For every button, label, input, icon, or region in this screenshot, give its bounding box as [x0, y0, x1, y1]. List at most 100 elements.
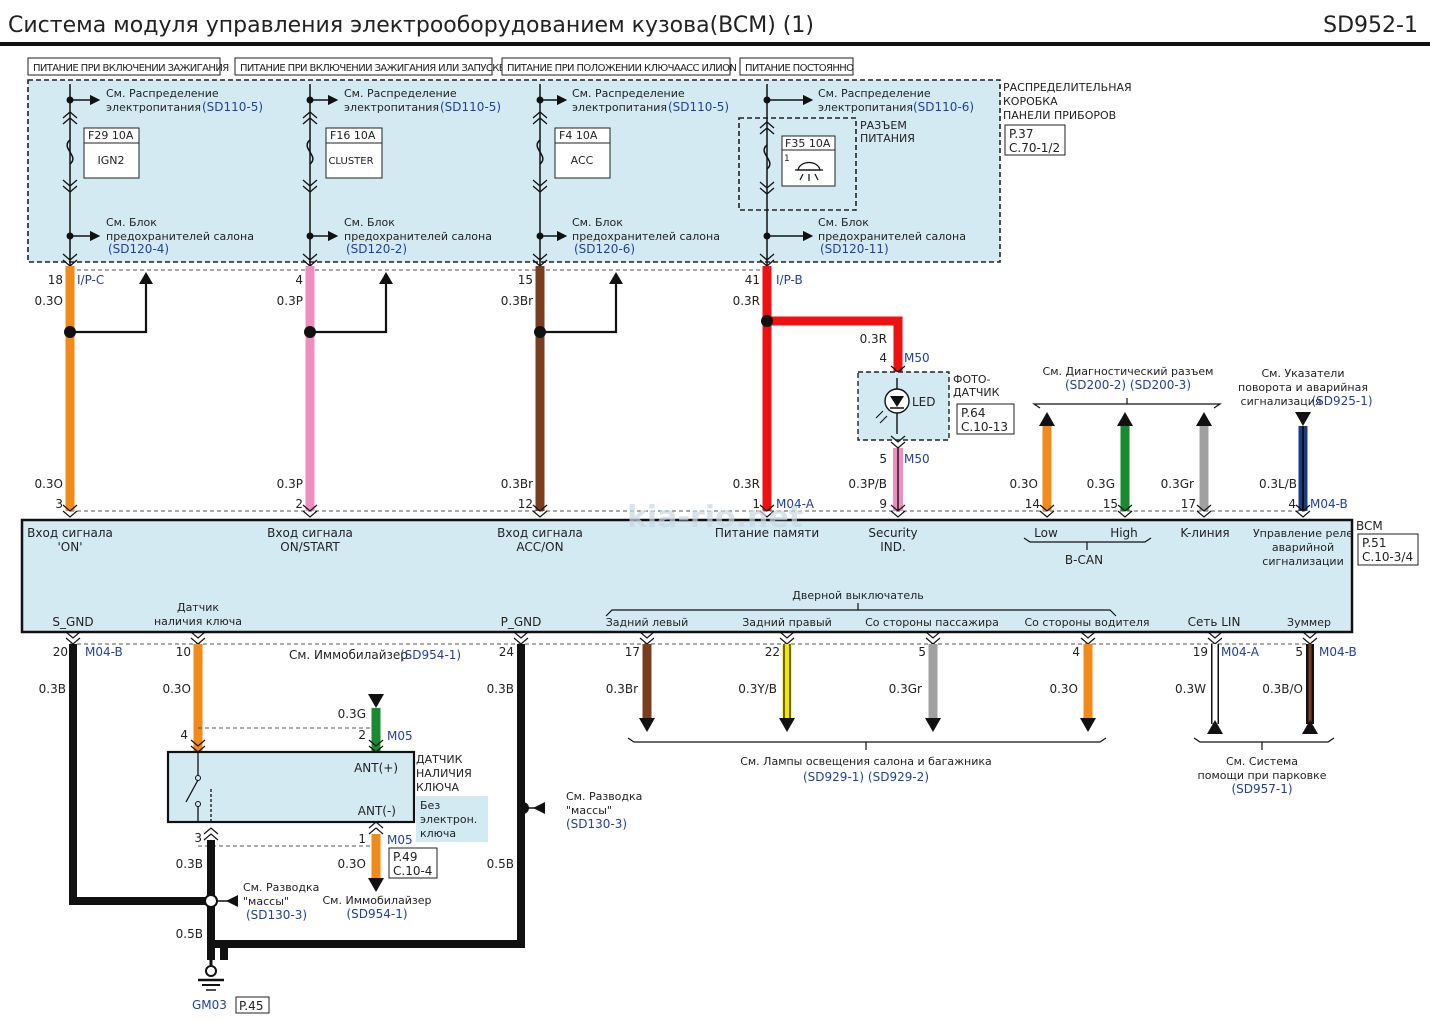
svg-text:Со стороны водителя: Со стороны водителя — [1025, 616, 1150, 629]
svg-text:1: 1 — [784, 154, 790, 164]
svg-text:M05: M05 — [387, 729, 413, 743]
svg-text:F29 10A: F29 10A — [88, 129, 134, 142]
svg-text:0.3B: 0.3B — [176, 857, 203, 871]
svg-text:(SD925-1): (SD925-1) — [1311, 394, 1372, 408]
svg-text:См. Блок: См. Блок — [106, 216, 157, 229]
svg-text:24: 24 — [499, 645, 514, 659]
svg-text:I/P-B: I/P-B — [776, 273, 803, 287]
svg-text:0.3B: 0.3B — [487, 682, 514, 696]
svg-text:РАСПРЕДЕЛИТЕЛЬНАЯ: РАСПРЕДЕЛИТЕЛЬНАЯ — [1003, 81, 1132, 94]
svg-text:M04-A: M04-A — [1221, 645, 1260, 659]
wire-can-high: 0.3G 15 — [1087, 412, 1133, 518]
ground-ref-2: См. Разводка "массы" (SD130-3) — [566, 790, 642, 831]
svg-text:(SD120-4): (SD120-4) — [108, 242, 169, 256]
svg-text:0.3L/B: 0.3L/B — [1259, 477, 1297, 491]
svg-text:P.37: P.37 — [1009, 127, 1033, 141]
svg-text:4: 4 — [879, 351, 887, 365]
supply-header-4: ПИТАНИЕ ПОСТОЯННО — [739, 57, 855, 76]
svg-text:ДАТЧИК: ДАТЧИК — [953, 386, 1000, 399]
svg-text:C.10-4: C.10-4 — [393, 864, 432, 878]
wire-door-passenger: 5 0.3Gr — [889, 631, 941, 732]
svg-text:9: 9 — [879, 497, 887, 511]
svg-text:Со стороны пассажира: Со стороны пассажира — [865, 616, 999, 629]
wire-k-line: 0.3Gr 17 — [1161, 412, 1212, 518]
svg-text:ACC: ACC — [571, 154, 594, 167]
svg-text:Сеть LIN: Сеть LIN — [1188, 615, 1241, 629]
svg-text:Задний правый: Задний правый — [742, 616, 832, 629]
svg-text:C.10-3/4: C.10-3/4 — [1362, 550, 1413, 564]
svg-text:4: 4 — [1288, 497, 1296, 511]
top-wire-labels: 18 I/P-C 0.3O 0.3O 3 4 0.3P 0.3P 2 15 0.… — [34, 273, 814, 511]
svg-text:0.5B: 0.5B — [487, 857, 514, 871]
svg-text:M50: M50 — [904, 351, 930, 365]
svg-text:F35 10A: F35 10A — [785, 137, 831, 150]
svg-text:P.64: P.64 — [961, 406, 985, 420]
svg-text:12: 12 — [518, 497, 533, 511]
svg-text:P.45: P.45 — [239, 999, 263, 1013]
svg-text:M04-B: M04-B — [1319, 645, 1357, 659]
svg-text:(SD110-5): (SD110-5) — [440, 100, 501, 114]
svg-text:См. Распределение: См. Распределение — [818, 87, 931, 100]
svg-text:См. Распределение: См. Распределение — [106, 87, 219, 100]
svg-text:ФОТО-: ФОТО- — [953, 373, 991, 386]
svg-text:сигнализации: сигнализации — [1262, 555, 1343, 568]
svg-text:I/P-C: I/P-C — [77, 273, 104, 287]
wire-door-driver: 4 0.3O — [1049, 631, 1096, 732]
svg-text:поворота и аварийная: поворота и аварийная — [1238, 381, 1368, 394]
svg-text:0.3Br: 0.3Br — [501, 477, 533, 491]
svg-text:Управление реле: Управление реле — [1253, 527, 1353, 540]
wire-acc-on — [532, 266, 623, 518]
svg-text:"массы": "массы" — [566, 804, 612, 817]
svg-text:(SD110-5): (SD110-5) — [668, 100, 729, 114]
svg-text:0.3O: 0.3O — [162, 682, 191, 696]
svg-text:0.3G: 0.3G — [1087, 477, 1115, 491]
svg-text:(SD110-6): (SD110-6) — [913, 100, 974, 114]
photo-sensor: 0.3R 4 M50 LED ФОТО- ДАТЧИК P.64 C.10-13… — [848, 332, 1015, 518]
svg-text:5: 5 — [879, 452, 887, 466]
svg-text:КОРОБКА: КОРОБКА — [1003, 95, 1058, 108]
svg-text:0.3Gr: 0.3Gr — [889, 682, 922, 696]
svg-text:0.3Gr: 0.3Gr — [1161, 477, 1194, 491]
svg-text:3: 3 — [194, 831, 202, 845]
ground-ref-1: См. Разводка "массы" (SD130-3) — [243, 881, 319, 922]
svg-text:ANT(-): ANT(-) — [358, 804, 396, 818]
svg-text:4: 4 — [295, 273, 303, 287]
title-rule — [0, 42, 1430, 46]
svg-text:КЛЮЧА: КЛЮЧА — [416, 781, 459, 794]
svg-text:0.3Br: 0.3Br — [501, 294, 533, 308]
svg-text:См. Разводка: См. Разводка — [243, 881, 319, 894]
svg-text:ON/START: ON/START — [280, 540, 340, 554]
svg-text:0.3P: 0.3P — [277, 294, 303, 308]
svg-text:0.3W: 0.3W — [1175, 682, 1206, 696]
svg-text:5: 5 — [1295, 645, 1303, 659]
svg-text:5: 5 — [918, 645, 926, 659]
svg-text:См. Иммобилайзер: См. Иммобилайзер — [289, 648, 408, 662]
svg-text:Без: Без — [420, 799, 440, 812]
svg-text:НАЛИЧИЯ: НАЛИЧИЯ — [416, 767, 472, 780]
svg-text:помощи при парковке: помощи при парковке — [1198, 769, 1327, 782]
svg-text:17: 17 — [1181, 497, 1196, 511]
diagram-title: Система модуля управления электрооборудо… — [8, 13, 814, 38]
svg-text:P_GND: P_GND — [501, 615, 542, 629]
fuse-f29: F29 10A IGN2 — [83, 127, 140, 179]
svg-text:Задний левый: Задний левый — [606, 616, 689, 629]
svg-text:14: 14 — [1025, 497, 1040, 511]
svg-text:См. Распределение: См. Распределение — [572, 87, 685, 100]
svg-text:См. Диагностический разъем: См. Диагностический разъем — [1043, 365, 1214, 378]
fuse-f4: F4 10A ACC — [554, 127, 611, 179]
diag-connector-ref: См. Диагностический разъем (SD200-2) (SD… — [1032, 365, 1222, 409]
svg-text:0.3R: 0.3R — [733, 477, 760, 491]
svg-text:Датчик: Датчик — [177, 601, 219, 614]
svg-text:M04-B: M04-B — [85, 645, 123, 659]
svg-text:P.51: P.51 — [1362, 536, 1386, 550]
svg-text:Вход сигнала: Вход сигнала — [27, 526, 113, 540]
svg-text:электрон.: электрон. — [420, 813, 477, 826]
svg-text:0.3P: 0.3P — [277, 477, 303, 491]
diagram-code: SD952-1 — [1323, 13, 1418, 38]
svg-text:0.3B: 0.3B — [39, 682, 66, 696]
svg-text:'ON': 'ON' — [57, 540, 82, 554]
svg-text:F4 10A: F4 10A — [559, 129, 598, 142]
svg-text:Вход сигнала: Вход сигнала — [267, 526, 353, 540]
power-connector-label-1: РАЗЪЕМ — [860, 119, 907, 132]
svg-text:22: 22 — [765, 645, 780, 659]
